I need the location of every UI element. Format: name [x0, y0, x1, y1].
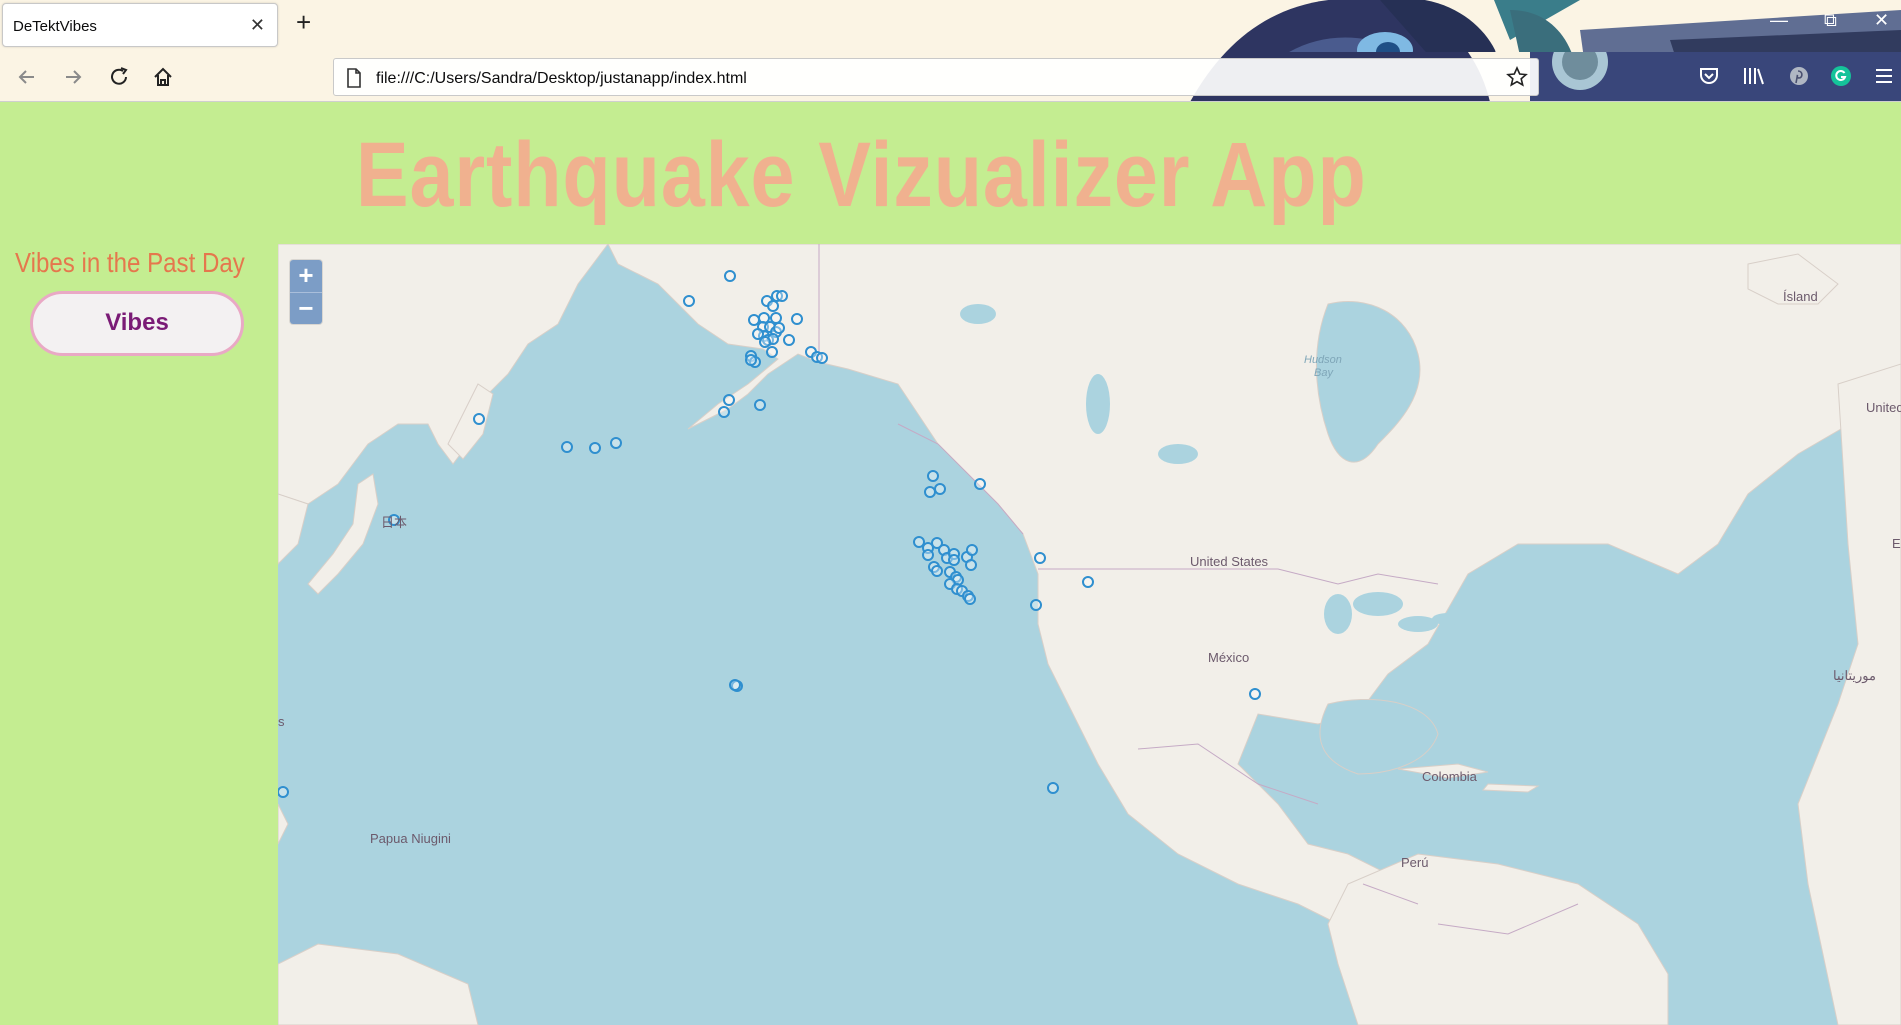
page-icon: [347, 68, 361, 88]
pinterest-icon[interactable]: [1788, 65, 1810, 87]
earthquake-marker[interactable]: [924, 486, 936, 498]
map-tiles: [278, 244, 1901, 1025]
earthquake-marker[interactable]: [473, 413, 485, 425]
earthquake-marker[interactable]: [589, 442, 601, 454]
map-label-japan: 日本: [381, 515, 408, 530]
map-label-united-states: United States: [1190, 554, 1269, 569]
earthquake-marker[interactable]: [964, 593, 976, 605]
earthquake-marker[interactable]: [922, 549, 934, 561]
tab-close-icon[interactable]: ✕: [250, 15, 265, 36]
map-label-peru: Perú: [1401, 855, 1429, 870]
restore-button[interactable]: ⧉: [1824, 10, 1837, 31]
back-arrow-icon[interactable]: [14, 64, 40, 90]
earthquake-marker[interactable]: [278, 786, 289, 798]
minimize-button[interactable]: —: [1770, 10, 1788, 31]
earthquake-marker[interactable]: [1030, 599, 1042, 611]
earthquake-marker[interactable]: [770, 312, 782, 324]
url-text[interactable]: file:///C:/Users/Sandra/Desktop/justanap…: [376, 70, 747, 88]
map-label-colombia: Colombia: [1422, 769, 1477, 784]
window-close-button[interactable]: ✕: [1874, 10, 1889, 31]
home-icon[interactable]: [150, 64, 176, 90]
theme-background-art: [1226, 0, 1901, 52]
earthquake-marker[interactable]: [759, 336, 771, 348]
earthquake-marker[interactable]: [1034, 552, 1046, 564]
earthquake-marker[interactable]: [1082, 576, 1094, 588]
reload-icon[interactable]: [106, 64, 132, 90]
browser-tab[interactable]: DeTektVibes ✕: [2, 3, 278, 47]
grammarly-icon[interactable]: [1830, 65, 1852, 87]
earthquake-marker[interactable]: [1249, 688, 1261, 700]
earthquake-marker[interactable]: [1047, 782, 1059, 794]
earthquake-marker[interactable]: [927, 470, 939, 482]
map-label-iceland: Ísland: [1783, 289, 1818, 304]
map-label-edge-e: E: [1892, 536, 1901, 551]
library-icon[interactable]: [1742, 65, 1766, 87]
forward-arrow-icon[interactable]: [60, 64, 86, 90]
tab-title: DeTektVibes: [13, 18, 97, 35]
earthquake-marker[interactable]: [773, 322, 785, 334]
earthquake-marker[interactable]: [974, 478, 986, 490]
earthquake-marker[interactable]: [723, 394, 735, 406]
map-label-hudson-2: Bay: [1314, 367, 1333, 379]
earthquake-marker[interactable]: [948, 554, 960, 566]
map-label-united-kingdom: United: [1866, 400, 1901, 415]
earthquake-marker[interactable]: [783, 334, 795, 346]
map-label-edge-s: s: [278, 714, 285, 729]
earthquake-marker[interactable]: [913, 536, 925, 548]
zoom-control: + −: [290, 260, 322, 324]
earthquake-marker[interactable]: [754, 399, 766, 411]
earthquake-marker[interactable]: [766, 346, 778, 358]
earthquake-marker[interactable]: [965, 559, 977, 571]
earthquake-marker[interactable]: [934, 483, 946, 495]
bookmark-star-icon[interactable]: [1506, 66, 1528, 88]
earthquake-marker[interactable]: [931, 565, 943, 577]
earthquake-marker[interactable]: [791, 313, 803, 325]
earthquake-marker[interactable]: [729, 679, 741, 691]
menu-icon[interactable]: [1874, 65, 1894, 87]
navigation-toolbar: file:///C:/Users/Sandra/Desktop/justanap…: [0, 52, 1901, 102]
zoom-in-button[interactable]: +: [290, 260, 322, 292]
app-page: Earthquake Vizualizer App Vibes in the P…: [0, 103, 1901, 1025]
earthquake-marker[interactable]: [724, 270, 736, 282]
earthquake-marker[interactable]: [816, 352, 828, 364]
pocket-icon[interactable]: [1698, 65, 1720, 87]
earthquake-marker[interactable]: [683, 295, 695, 307]
earthquake-marker[interactable]: [776, 290, 788, 302]
earthquake-marker[interactable]: [561, 441, 573, 453]
vibes-button[interactable]: Vibes: [30, 291, 244, 356]
address-bar[interactable]: file:///C:/Users/Sandra/Desktop/justanap…: [333, 58, 1539, 96]
tab-bar: DeTektVibes ✕ + — ⧉ ✕: [0, 0, 1901, 52]
earthquake-marker[interactable]: [966, 544, 978, 556]
map-label-morocco: موريتانيا: [1833, 668, 1876, 683]
earthquake-marker[interactable]: [767, 300, 779, 312]
page-title: Earthquake Vizualizer App: [355, 124, 1367, 226]
earthquake-marker[interactable]: [748, 314, 760, 326]
map-label-hudson-1: Hudson: [1304, 354, 1342, 366]
new-tab-button[interactable]: +: [296, 9, 311, 35]
sidebar-heading: Vibes in the Past Day: [15, 247, 245, 278]
map-label-mexico: México: [1208, 650, 1250, 665]
zoom-out-button[interactable]: −: [290, 292, 322, 324]
map-label-papua: Papua Niugini: [370, 831, 451, 846]
earthquake-map[interactable]: + − Ísland Hudson Bay United 日本 United S…: [278, 244, 1901, 1025]
earthquake-marker[interactable]: [718, 406, 730, 418]
earthquake-marker[interactable]: [745, 354, 757, 366]
earthquake-marker[interactable]: [610, 437, 622, 449]
